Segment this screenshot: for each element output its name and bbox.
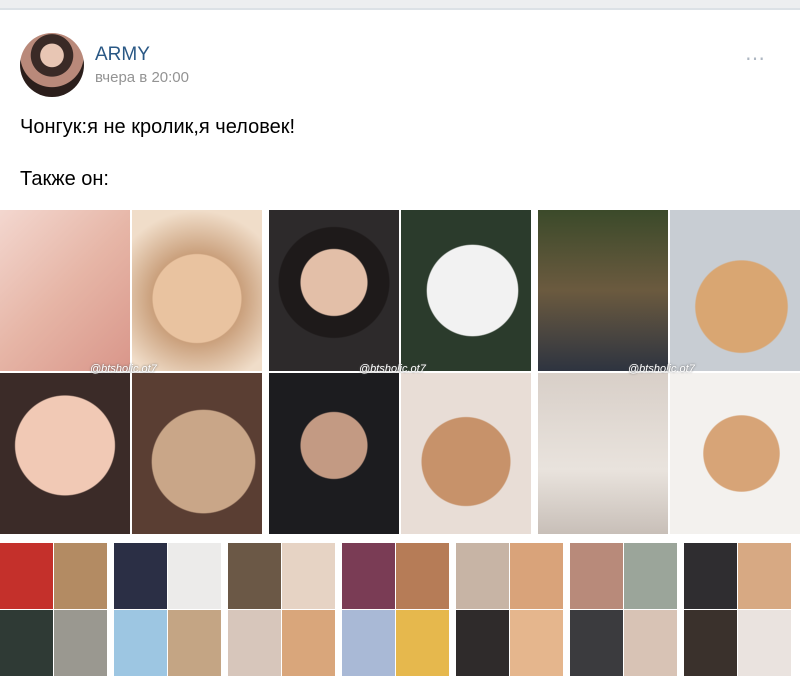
thumb-photo <box>684 543 737 609</box>
thumb-photo <box>570 543 623 609</box>
photo-rabbit-bowtie <box>401 210 531 371</box>
thumb-photo <box>168 543 221 609</box>
thumb-photo <box>510 543 563 609</box>
thumb-photo <box>738 543 791 609</box>
photo-face <box>0 373 130 534</box>
thumb-photo <box>114 610 167 676</box>
thumb-photo <box>54 543 107 609</box>
top-strip <box>0 0 800 10</box>
thumbnail-collage-4[interactable] <box>342 543 449 677</box>
thumb-photo <box>0 610 53 676</box>
thumb-photo <box>0 543 53 609</box>
thumb-photo <box>684 610 737 676</box>
thumb-photo <box>456 543 509 609</box>
thumb-photo <box>396 543 449 609</box>
photo-rabbit-face <box>132 373 262 534</box>
thumb-photo <box>54 610 107 676</box>
photo-collage-3[interactable]: @btsholic.ot7 <box>538 210 800 534</box>
thumbnail-collage-3[interactable] <box>228 543 335 677</box>
avatar[interactable] <box>20 33 84 97</box>
thumb-photo <box>396 610 449 676</box>
thumbnail-collage-2[interactable] <box>114 543 221 677</box>
post-text-line2: Также он: <box>20 168 109 190</box>
photo-running <box>538 210 668 371</box>
photo-glasses <box>269 373 399 534</box>
more-dots-icon[interactable]: ⋯ <box>745 46 766 71</box>
thumb-photo <box>168 610 221 676</box>
thumb-photo <box>228 610 281 676</box>
thumb-photo <box>342 543 395 609</box>
author-name[interactable]: ARMY <box>95 44 150 66</box>
thumb-photo <box>342 610 395 676</box>
post-text-line1: Чонгук:я не кролик,я человек! <box>20 116 296 138</box>
thumbnail-collage-1[interactable] <box>0 543 107 677</box>
thumb-photo <box>282 543 335 609</box>
post-time[interactable]: вчера в 20:00 <box>95 69 189 86</box>
thumb-photo <box>570 610 623 676</box>
thumb-photo <box>456 610 509 676</box>
photo-rabbit-glasses <box>401 373 531 534</box>
thumb-photo <box>114 543 167 609</box>
watermark: @btsholic.ot7 <box>90 363 157 375</box>
watermark: @btsholic.ot7 <box>628 363 695 375</box>
photo-collage-1[interactable]: @btsholic.ot7 <box>0 210 262 534</box>
thumb-photo <box>228 543 281 609</box>
watermark: @btsholic.ot7 <box>359 363 426 375</box>
thumbnail-collage-7[interactable] <box>684 543 791 677</box>
thumb-photo <box>510 610 563 676</box>
photo-walking-away <box>538 373 668 534</box>
thumb-photo <box>738 610 791 676</box>
thumb-photo <box>624 543 677 609</box>
photo-tuxedo <box>269 210 399 371</box>
photo-face-closeup <box>0 210 130 371</box>
thumbnail-collage-5[interactable] <box>456 543 563 677</box>
photo-rabbit-running <box>670 210 800 371</box>
thumb-photo <box>624 610 677 676</box>
photo-collage-2[interactable]: @btsholic.ot7 <box>269 210 531 534</box>
photo-rabbit-back <box>670 373 800 534</box>
thumbnail-collage-6[interactable] <box>570 543 677 677</box>
thumb-photo <box>282 610 335 676</box>
photo-rabbit-nose <box>132 210 262 371</box>
